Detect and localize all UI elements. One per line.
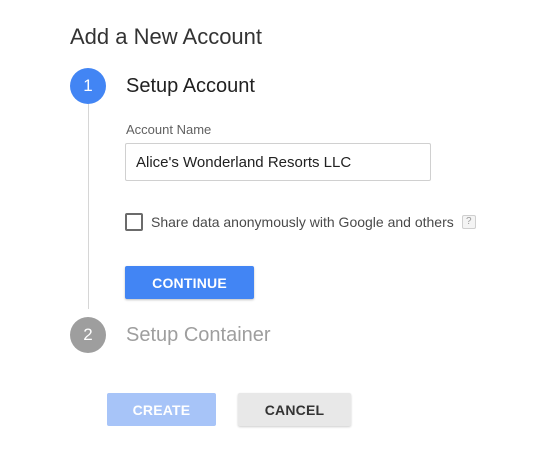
- account-name-label: Account Name: [126, 122, 212, 137]
- continue-button[interactable]: CONTINUE: [125, 266, 254, 299]
- question-mark-icon[interactable]: ?: [461, 215, 476, 229]
- step-2-title: Setup Container: [126, 324, 271, 346]
- share-data-label[interactable]: Share data anonymously with Google and o…: [151, 214, 454, 230]
- step-1-title: Setup Account: [126, 75, 255, 97]
- step-2-number: 2: [70, 317, 106, 353]
- account-name-input[interactable]: [125, 143, 431, 181]
- share-data-row: Share data anonymously with Google and o…: [125, 211, 476, 233]
- stepper-line: [88, 104, 89, 309]
- step-1-number: 1: [70, 68, 106, 104]
- cancel-button[interactable]: CANCEL: [238, 393, 351, 426]
- page-title: Add a New Account: [70, 24, 263, 49]
- create-button[interactable]: CREATE: [107, 393, 216, 426]
- share-data-checkbox[interactable]: [125, 213, 143, 231]
